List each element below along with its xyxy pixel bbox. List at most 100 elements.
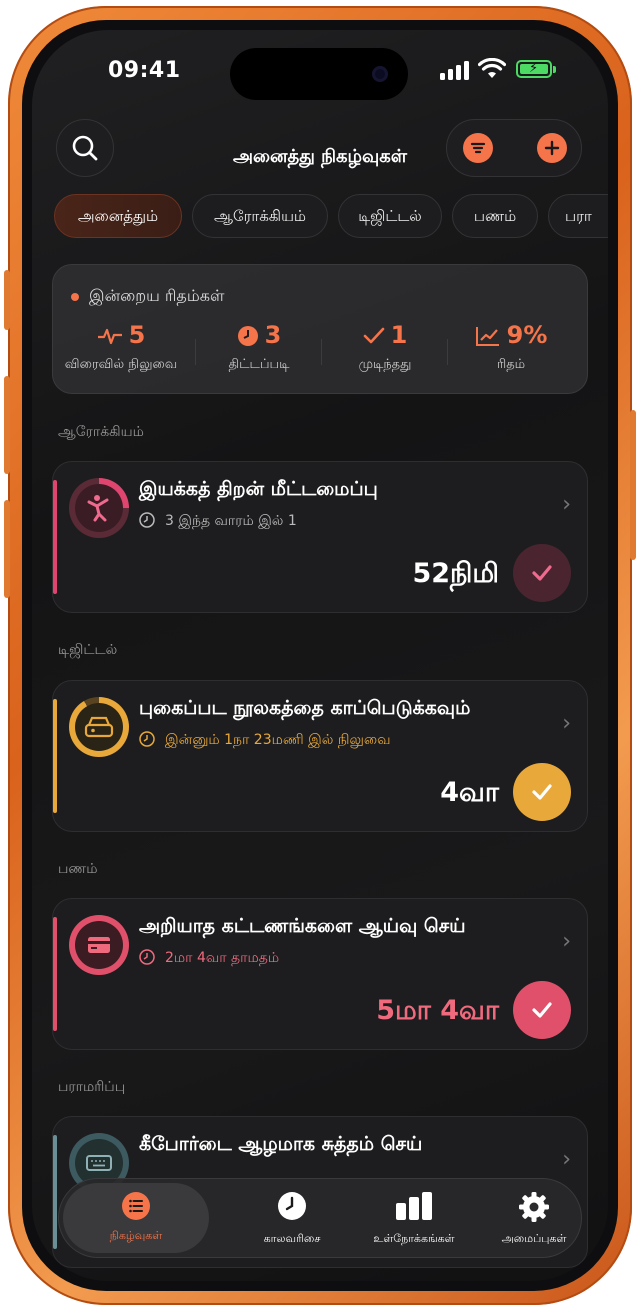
bar-chart-icon — [396, 1192, 432, 1220]
chip-all[interactable]: அனைத்தும் — [54, 194, 182, 238]
event-title: இயக்கத் திறன் மீட்டமைப்பு — [139, 478, 378, 500]
credit-card-icon — [88, 937, 110, 953]
event-subtitle-text: 2மா 4வா தாமதம் — [165, 950, 280, 966]
tab-timeline[interactable]: காலவரிசை — [227, 1179, 357, 1259]
chip-digital[interactable]: டிஜிட்டல் — [338, 194, 442, 238]
action-button — [4, 270, 10, 330]
check-icon — [532, 565, 552, 581]
accent-bar — [53, 699, 57, 813]
category-chips: அனைத்தும் ஆரோக்கியம் டிஜிட்டல் பணம் பரா — [54, 194, 608, 240]
dynamic-island — [230, 48, 408, 100]
stat-due-soon-label: விரைவில் நிலுவை — [64, 357, 178, 372]
section-label-money: பணம் — [58, 861, 98, 877]
stat-rhythm: 9% ரிதம் — [447, 321, 575, 373]
plus-icon — [544, 140, 560, 156]
event-subtitle-text: 3 இந்த வாரம் இல் 1 — [165, 513, 297, 529]
event-subtitle-text: இன்னும் 1நா 23மணி இல் நிலுவை — [165, 732, 391, 748]
event-title: அறியாத கட்டணங்களை ஆய்வு செய் — [139, 915, 466, 937]
tab-events-label: நிகழ்வுகள் — [109, 1229, 163, 1242]
stat-scheduled-label: திட்டப்படி — [228, 357, 290, 372]
tab-bar: நிகழ்வுகள் காலவரிசை உள்நோக்கங்கள் அமைப்ப… — [58, 1178, 582, 1258]
chevron-right-icon: › — [562, 711, 571, 736]
complete-button[interactable] — [513, 981, 571, 1039]
event-subtitle: இன்னும் 1நா 23மணி இல் நிலுவை — [139, 731, 391, 750]
filter-icon — [470, 142, 486, 154]
phone-bezel: 09:41 ⚡ அனைத்து நிகழ்வுகள் அனைத்தும் ஆரோ… — [22, 20, 618, 1291]
status-time: 09:41 — [108, 58, 181, 83]
tab-settings-label: அமைப்புகள் — [501, 1232, 567, 1245]
camera — [372, 66, 388, 82]
stat-completed: 1 முடிந்தது — [321, 321, 449, 373]
check-icon — [532, 1002, 552, 1018]
add-button[interactable] — [537, 133, 567, 163]
battery-icon: ⚡ — [516, 60, 556, 78]
gear-icon — [519, 1192, 549, 1222]
check-icon — [363, 327, 384, 344]
signal-icon — [440, 60, 470, 80]
event-amount: 5மா 4வா — [376, 995, 499, 1026]
screen: 09:41 ⚡ அனைத்து நிகழ்வுகள் அனைத்தும் ஆரோ… — [32, 30, 608, 1281]
tab-timeline-label: காலவரிசை — [263, 1232, 321, 1245]
today-rhythms-card: இன்றைய ரிதம்கள் 5 விரைவில் நிலுவை 3 திட்… — [52, 264, 588, 394]
clock-icon — [139, 512, 155, 528]
section-label-health: ஆரோக்கியம் — [58, 424, 144, 440]
section-label-digital: டிஜிட்டல் — [58, 642, 118, 658]
section-label-maintenance: பராமரிப்பு — [58, 1079, 126, 1095]
event-title: புகைப்பட நூலகத்தை காப்பெடுக்கவும் — [139, 697, 471, 719]
page-title: அனைத்து நிகழ்வுகள் — [233, 146, 407, 167]
stat-due-soon: 5 விரைவில் நிலுவை — [57, 321, 185, 373]
volume-up-button — [4, 376, 10, 474]
tab-events[interactable]: நிகழ்வுகள் — [63, 1183, 209, 1253]
wifi-icon — [478, 58, 506, 78]
clock-icon — [278, 1192, 306, 1220]
chip-money[interactable]: பணம் — [452, 194, 538, 238]
progress-ring — [69, 478, 129, 538]
tab-settings[interactable]: அமைப்புகள் — [469, 1179, 599, 1259]
chevron-right-icon: › — [562, 1147, 571, 1172]
event-title: கீபோர்டை ஆழமாக சுத்தம் செய் — [139, 1133, 423, 1155]
accent-bar — [53, 480, 57, 594]
summary-dot — [71, 293, 79, 301]
chevron-right-icon: › — [562, 492, 571, 517]
progress-ring — [69, 697, 129, 757]
event-card-mobility[interactable]: இயக்கத் திறன் மீட்டமைப்பு 3 இந்த வாரம் இ… — [52, 461, 588, 613]
event-amount: 52நிமி — [412, 558, 499, 589]
tab-insights[interactable]: உள்நோக்கங்கள் — [349, 1179, 479, 1259]
stat-rhythm-value: 9% — [506, 321, 548, 349]
search-button[interactable] — [56, 119, 114, 177]
check-icon — [532, 784, 552, 800]
header-actions — [446, 119, 582, 177]
filter-button[interactable] — [463, 133, 493, 163]
clock-icon — [139, 949, 155, 965]
search-icon — [72, 135, 98, 161]
chevron-right-icon: › — [562, 929, 571, 954]
stat-completed-value: 1 — [390, 321, 408, 349]
list-icon — [122, 1192, 150, 1220]
complete-button[interactable] — [513, 544, 571, 602]
event-amount: 4வா — [440, 777, 499, 808]
event-card-review-charges[interactable]: அறியாத கட்டணங்களை ஆய்வு செய் 2மா 4வா தாம… — [52, 898, 588, 1050]
event-card-photo-backup[interactable]: புகைப்பட நூலகத்தை காப்பெடுக்கவும் இன்னும… — [52, 680, 588, 832]
chip-maintenance[interactable]: பரா — [548, 194, 608, 238]
power-button — [630, 410, 636, 560]
complete-button[interactable] — [513, 763, 571, 821]
clock-icon — [139, 731, 155, 747]
trend-up-icon — [475, 327, 499, 346]
pulse-icon — [97, 328, 122, 345]
stat-due-soon-value: 5 — [128, 321, 146, 349]
event-subtitle: 3 இந்த வாரம் இல் 1 — [139, 512, 297, 531]
drive-icon — [84, 716, 114, 738]
stat-completed-label: முடிந்தது — [358, 357, 412, 372]
clock-icon — [237, 326, 258, 346]
accent-bar — [53, 1135, 57, 1249]
tab-insights-label: உள்நோக்கங்கள் — [373, 1232, 455, 1245]
progress-ring — [69, 915, 129, 975]
chip-health[interactable]: ஆரோக்கியம் — [192, 194, 328, 238]
status-bar: 09:41 ⚡ — [32, 30, 608, 120]
header: அனைத்து நிகழ்வுகள் — [32, 118, 608, 188]
stretch-icon — [87, 495, 109, 522]
stat-rhythm-label: ரிதம் — [496, 357, 526, 372]
summary-title: இன்றைய ரிதம்கள் — [89, 286, 225, 305]
stat-scheduled-value: 3 — [264, 321, 282, 349]
accent-bar — [53, 917, 57, 1031]
